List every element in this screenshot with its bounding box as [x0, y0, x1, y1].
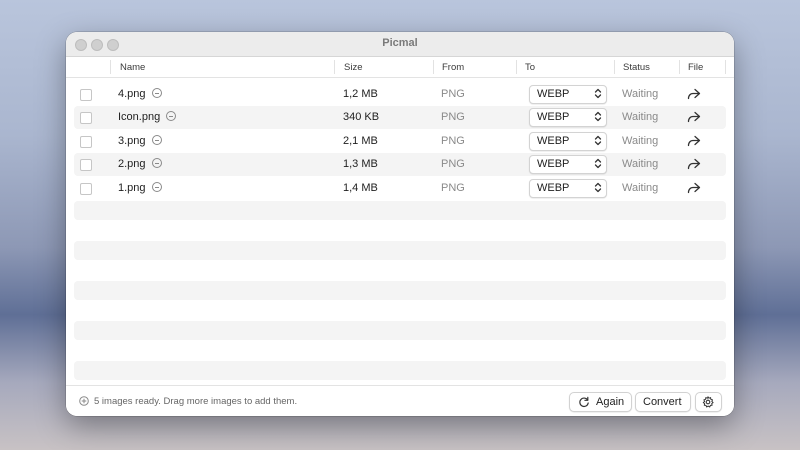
status-text: Waiting: [622, 182, 659, 194]
column-divider: [433, 60, 434, 74]
column-divider: [110, 60, 111, 74]
window-title: Picmal: [382, 37, 418, 49]
title-bar: Picmal: [66, 32, 734, 57]
status-text: 5 images ready. Drag more images to add …: [94, 396, 298, 407]
share-arrow-icon[interactable]: [687, 158, 701, 170]
empty-row: [74, 361, 726, 380]
row-checkbox[interactable]: [80, 183, 92, 195]
file-name: 2.png: [118, 158, 146, 170]
column-divider: [679, 60, 680, 74]
chevron-updown-icon: [594, 88, 602, 99]
table-row[interactable]: 4.png 1,2 MB PNG WEBP Waiting: [74, 83, 726, 106]
plus-circle-icon[interactable]: [79, 396, 89, 406]
table-row[interactable]: 3.png 2,1 MB PNG WEBP Waiting: [74, 130, 726, 153]
table-row[interactable]: 1.png 1,4 MB PNG WEBP Waiting: [74, 177, 726, 200]
refresh-icon: [579, 396, 589, 407]
convert-label: Convert: [643, 396, 682, 408]
file-size: 2,1 MB: [343, 135, 378, 147]
target-format-value: WEBP: [537, 182, 570, 194]
chevron-updown-icon: [594, 135, 602, 146]
target-format-value: WEBP: [537, 111, 570, 123]
source-format: PNG: [441, 182, 465, 194]
share-arrow-icon[interactable]: [687, 111, 701, 123]
status-text: Waiting: [622, 88, 659, 100]
target-format-select[interactable]: WEBP: [529, 85, 607, 104]
target-format-select[interactable]: WEBP: [529, 132, 607, 151]
file-size: 1,2 MB: [343, 88, 378, 100]
target-format-select[interactable]: WEBP: [529, 179, 607, 198]
status-bar: 5 images ready. Drag more images to add …: [66, 385, 734, 416]
row-checkbox[interactable]: [80, 159, 92, 171]
row-checkbox[interactable]: [80, 112, 92, 124]
column-header-file[interactable]: File: [688, 62, 703, 73]
status-text: Waiting: [622, 111, 659, 123]
file-size: 340 KB: [343, 111, 380, 123]
gear-icon: [702, 396, 714, 408]
column-header-status[interactable]: Status: [623, 62, 650, 73]
again-button[interactable]: Again: [569, 392, 632, 412]
table-row[interactable]: Icon.png 340 KB PNG WEBP Waiting: [74, 106, 726, 129]
chevron-updown-icon: [594, 158, 602, 169]
share-arrow-icon[interactable]: [687, 182, 701, 194]
empty-row: [74, 321, 726, 340]
column-header-from[interactable]: From: [442, 62, 464, 73]
file-name: 3.png: [118, 135, 146, 147]
settings-button[interactable]: [695, 392, 722, 412]
target-format-value: WEBP: [537, 88, 570, 100]
column-header-to[interactable]: To: [525, 62, 535, 73]
chevron-updown-icon: [594, 111, 602, 122]
target-format-value: WEBP: [537, 135, 570, 147]
status-text: Waiting: [622, 135, 659, 147]
target-format-select[interactable]: WEBP: [529, 155, 607, 174]
app-window: Picmal Name Size From To Status File 4.p…: [66, 32, 734, 416]
column-divider: [725, 60, 726, 74]
chevron-updown-icon: [594, 182, 602, 193]
column-header-size[interactable]: Size: [344, 62, 362, 73]
file-size: 1,4 MB: [343, 182, 378, 194]
file-name: Icon.png: [118, 111, 161, 123]
empty-row: [74, 201, 726, 220]
empty-row: [74, 281, 726, 300]
column-divider: [334, 60, 335, 74]
column-divider: [614, 60, 615, 74]
row-checkbox[interactable]: [80, 89, 92, 101]
row-checkbox[interactable]: [80, 136, 92, 148]
empty-row: [74, 241, 726, 260]
source-format: PNG: [441, 158, 465, 170]
file-name: 4.png: [118, 88, 146, 100]
source-format: PNG: [441, 135, 465, 147]
file-size: 1,3 MB: [343, 158, 378, 170]
minus-circle-icon[interactable]: [151, 182, 162, 193]
column-divider: [516, 60, 517, 74]
minus-circle-icon[interactable]: [166, 111, 177, 122]
convert-button[interactable]: Convert: [635, 392, 691, 412]
target-format-value: WEBP: [537, 158, 570, 170]
column-header-name[interactable]: Name: [120, 62, 145, 73]
source-format: PNG: [441, 88, 465, 100]
share-arrow-icon[interactable]: [687, 88, 701, 100]
share-arrow-icon[interactable]: [687, 135, 701, 147]
minus-circle-icon[interactable]: [151, 158, 162, 169]
file-name: 1.png: [118, 182, 146, 194]
table-row[interactable]: 2.png 1,3 MB PNG WEBP Waiting: [74, 153, 726, 176]
target-format-select[interactable]: WEBP: [529, 108, 607, 127]
status-text: Waiting: [622, 158, 659, 170]
source-format: PNG: [441, 111, 465, 123]
minus-circle-icon[interactable]: [151, 135, 162, 146]
again-label: Again: [596, 396, 625, 408]
minus-circle-icon[interactable]: [151, 88, 162, 99]
table-header: Name Size From To Status File: [66, 57, 734, 78]
